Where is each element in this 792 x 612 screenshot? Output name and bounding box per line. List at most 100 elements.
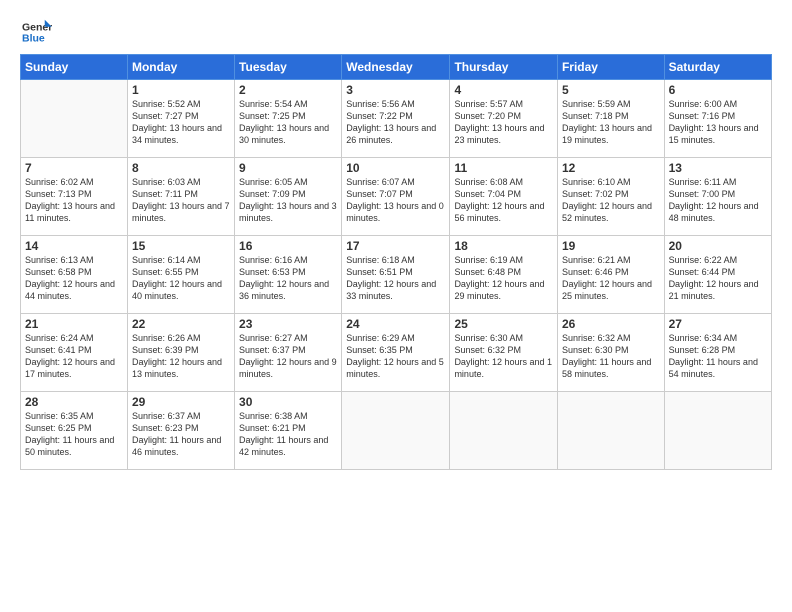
day-info: Sunrise: 6:35 AMSunset: 6:25 PMDaylight:… xyxy=(25,410,123,459)
calendar-cell: 9Sunrise: 6:05 AMSunset: 7:09 PMDaylight… xyxy=(235,158,342,236)
calendar-cell: 2Sunrise: 5:54 AMSunset: 7:25 PMDaylight… xyxy=(235,80,342,158)
day-info: Sunrise: 6:30 AMSunset: 6:32 PMDaylight:… xyxy=(454,332,553,381)
day-info: Sunrise: 6:32 AMSunset: 6:30 PMDaylight:… xyxy=(562,332,660,381)
calendar-table: SundayMondayTuesdayWednesdayThursdayFrid… xyxy=(20,54,772,470)
day-info: Sunrise: 6:08 AMSunset: 7:04 PMDaylight:… xyxy=(454,176,553,225)
weekday-header-sunday: Sunday xyxy=(21,55,128,80)
calendar-cell: 17Sunrise: 6:18 AMSunset: 6:51 PMDayligh… xyxy=(342,236,450,314)
calendar-week-4: 21Sunrise: 6:24 AMSunset: 6:41 PMDayligh… xyxy=(21,314,772,392)
calendar-week-2: 7Sunrise: 6:02 AMSunset: 7:13 PMDaylight… xyxy=(21,158,772,236)
page: General Blue SundayMondayTuesdayWednesda… xyxy=(0,0,792,612)
day-info: Sunrise: 6:21 AMSunset: 6:46 PMDaylight:… xyxy=(562,254,660,303)
calendar-cell: 14Sunrise: 6:13 AMSunset: 6:58 PMDayligh… xyxy=(21,236,128,314)
calendar-cell: 16Sunrise: 6:16 AMSunset: 6:53 PMDayligh… xyxy=(235,236,342,314)
weekday-header-saturday: Saturday xyxy=(664,55,771,80)
day-number: 13 xyxy=(669,161,767,175)
day-number: 16 xyxy=(239,239,337,253)
calendar-cell: 13Sunrise: 6:11 AMSunset: 7:00 PMDayligh… xyxy=(664,158,771,236)
calendar-cell: 29Sunrise: 6:37 AMSunset: 6:23 PMDayligh… xyxy=(127,392,234,470)
calendar-cell: 24Sunrise: 6:29 AMSunset: 6:35 PMDayligh… xyxy=(342,314,450,392)
day-info: Sunrise: 6:26 AMSunset: 6:39 PMDaylight:… xyxy=(132,332,230,381)
day-number: 28 xyxy=(25,395,123,409)
logo-icon: General Blue xyxy=(20,18,52,46)
calendar-cell: 11Sunrise: 6:08 AMSunset: 7:04 PMDayligh… xyxy=(450,158,558,236)
day-number: 24 xyxy=(346,317,445,331)
calendar-cell: 1Sunrise: 5:52 AMSunset: 7:27 PMDaylight… xyxy=(127,80,234,158)
day-number: 9 xyxy=(239,161,337,175)
day-number: 27 xyxy=(669,317,767,331)
day-number: 1 xyxy=(132,83,230,97)
day-number: 30 xyxy=(239,395,337,409)
calendar-cell: 26Sunrise: 6:32 AMSunset: 6:30 PMDayligh… xyxy=(557,314,664,392)
calendar-cell xyxy=(557,392,664,470)
header: General Blue xyxy=(20,18,772,46)
day-info: Sunrise: 6:18 AMSunset: 6:51 PMDaylight:… xyxy=(346,254,445,303)
calendar-cell: 28Sunrise: 6:35 AMSunset: 6:25 PMDayligh… xyxy=(21,392,128,470)
weekday-header-monday: Monday xyxy=(127,55,234,80)
calendar-cell xyxy=(21,80,128,158)
day-number: 3 xyxy=(346,83,445,97)
day-number: 10 xyxy=(346,161,445,175)
calendar-cell: 3Sunrise: 5:56 AMSunset: 7:22 PMDaylight… xyxy=(342,80,450,158)
day-info: Sunrise: 6:11 AMSunset: 7:00 PMDaylight:… xyxy=(669,176,767,225)
day-info: Sunrise: 6:05 AMSunset: 7:09 PMDaylight:… xyxy=(239,176,337,225)
calendar-cell xyxy=(664,392,771,470)
day-info: Sunrise: 6:34 AMSunset: 6:28 PMDaylight:… xyxy=(669,332,767,381)
day-info: Sunrise: 6:24 AMSunset: 6:41 PMDaylight:… xyxy=(25,332,123,381)
calendar-cell xyxy=(450,392,558,470)
calendar-cell: 25Sunrise: 6:30 AMSunset: 6:32 PMDayligh… xyxy=(450,314,558,392)
day-number: 20 xyxy=(669,239,767,253)
day-number: 8 xyxy=(132,161,230,175)
day-number: 12 xyxy=(562,161,660,175)
day-info: Sunrise: 6:29 AMSunset: 6:35 PMDaylight:… xyxy=(346,332,445,381)
calendar-cell: 10Sunrise: 6:07 AMSunset: 7:07 PMDayligh… xyxy=(342,158,450,236)
calendar-week-5: 28Sunrise: 6:35 AMSunset: 6:25 PMDayligh… xyxy=(21,392,772,470)
day-info: Sunrise: 6:02 AMSunset: 7:13 PMDaylight:… xyxy=(25,176,123,225)
calendar-cell: 23Sunrise: 6:27 AMSunset: 6:37 PMDayligh… xyxy=(235,314,342,392)
day-info: Sunrise: 6:03 AMSunset: 7:11 PMDaylight:… xyxy=(132,176,230,225)
calendar-cell: 27Sunrise: 6:34 AMSunset: 6:28 PMDayligh… xyxy=(664,314,771,392)
day-number: 14 xyxy=(25,239,123,253)
weekday-header-tuesday: Tuesday xyxy=(235,55,342,80)
weekday-header-thursday: Thursday xyxy=(450,55,558,80)
weekday-header-wednesday: Wednesday xyxy=(342,55,450,80)
day-number: 26 xyxy=(562,317,660,331)
day-info: Sunrise: 5:59 AMSunset: 7:18 PMDaylight:… xyxy=(562,98,660,147)
calendar-cell: 15Sunrise: 6:14 AMSunset: 6:55 PMDayligh… xyxy=(127,236,234,314)
calendar-cell: 21Sunrise: 6:24 AMSunset: 6:41 PMDayligh… xyxy=(21,314,128,392)
day-info: Sunrise: 6:10 AMSunset: 7:02 PMDaylight:… xyxy=(562,176,660,225)
day-number: 5 xyxy=(562,83,660,97)
svg-text:Blue: Blue xyxy=(22,33,45,45)
day-number: 18 xyxy=(454,239,553,253)
day-number: 22 xyxy=(132,317,230,331)
day-number: 17 xyxy=(346,239,445,253)
day-number: 4 xyxy=(454,83,553,97)
day-info: Sunrise: 6:00 AMSunset: 7:16 PMDaylight:… xyxy=(669,98,767,147)
day-number: 7 xyxy=(25,161,123,175)
day-info: Sunrise: 6:13 AMSunset: 6:58 PMDaylight:… xyxy=(25,254,123,303)
day-number: 29 xyxy=(132,395,230,409)
day-number: 15 xyxy=(132,239,230,253)
calendar-cell: 18Sunrise: 6:19 AMSunset: 6:48 PMDayligh… xyxy=(450,236,558,314)
calendar-week-1: 1Sunrise: 5:52 AMSunset: 7:27 PMDaylight… xyxy=(21,80,772,158)
weekday-header-friday: Friday xyxy=(557,55,664,80)
day-number: 25 xyxy=(454,317,553,331)
day-number: 23 xyxy=(239,317,337,331)
day-number: 6 xyxy=(669,83,767,97)
calendar-week-3: 14Sunrise: 6:13 AMSunset: 6:58 PMDayligh… xyxy=(21,236,772,314)
calendar-cell: 22Sunrise: 6:26 AMSunset: 6:39 PMDayligh… xyxy=(127,314,234,392)
day-number: 2 xyxy=(239,83,337,97)
calendar-cell: 8Sunrise: 6:03 AMSunset: 7:11 PMDaylight… xyxy=(127,158,234,236)
day-number: 11 xyxy=(454,161,553,175)
calendar-cell: 20Sunrise: 6:22 AMSunset: 6:44 PMDayligh… xyxy=(664,236,771,314)
day-info: Sunrise: 6:22 AMSunset: 6:44 PMDaylight:… xyxy=(669,254,767,303)
day-info: Sunrise: 6:38 AMSunset: 6:21 PMDaylight:… xyxy=(239,410,337,459)
day-info: Sunrise: 6:14 AMSunset: 6:55 PMDaylight:… xyxy=(132,254,230,303)
calendar-cell: 4Sunrise: 5:57 AMSunset: 7:20 PMDaylight… xyxy=(450,80,558,158)
calendar-cell: 5Sunrise: 5:59 AMSunset: 7:18 PMDaylight… xyxy=(557,80,664,158)
day-info: Sunrise: 5:56 AMSunset: 7:22 PMDaylight:… xyxy=(346,98,445,147)
calendar-cell: 30Sunrise: 6:38 AMSunset: 6:21 PMDayligh… xyxy=(235,392,342,470)
day-info: Sunrise: 6:37 AMSunset: 6:23 PMDaylight:… xyxy=(132,410,230,459)
calendar-cell xyxy=(342,392,450,470)
day-info: Sunrise: 6:19 AMSunset: 6:48 PMDaylight:… xyxy=(454,254,553,303)
